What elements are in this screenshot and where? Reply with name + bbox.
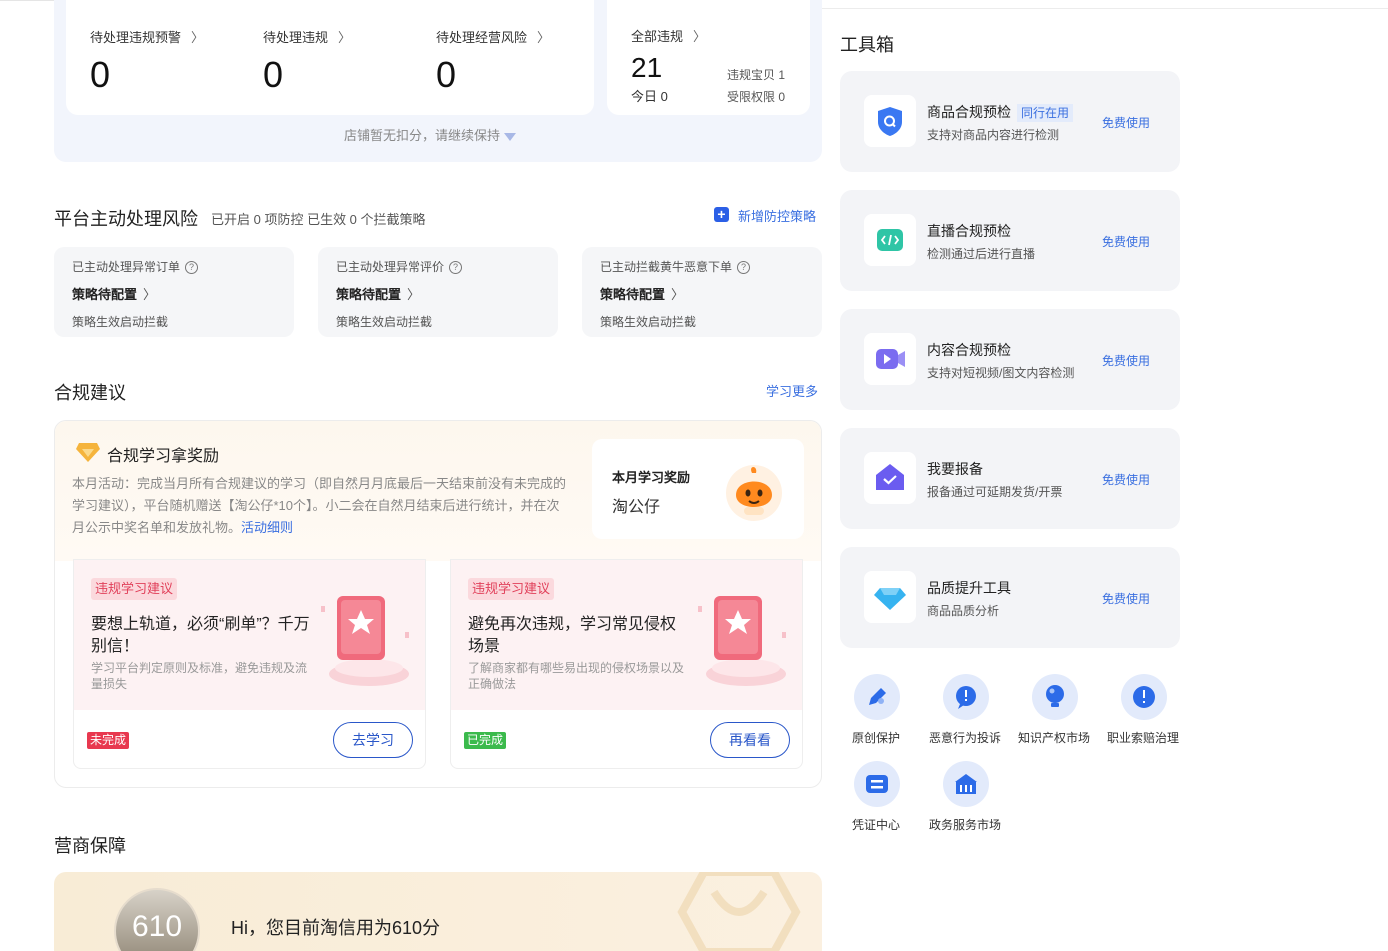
top-divider-right: [822, 8, 1388, 9]
status-badge-incomplete: 未完成: [87, 732, 130, 749]
help-icon[interactable]: ?: [449, 261, 463, 275]
learn-card-brushing[interactable]: 违规学习建议 要想上轨道，必须“刷单”？千万别信！ 学习平台判定原则及标准，避免…: [73, 559, 426, 769]
quick-malicious-complaint[interactable]: 恶意行为投诉: [920, 674, 1010, 754]
restricted-permissions-count: 受限权限 0: [727, 90, 786, 104]
quick-ip-market[interactable]: 知识产权市场: [1009, 674, 1099, 754]
pending-warning-link[interactable]: 待处理违规预警〉: [90, 27, 204, 46]
credit-banner: 610 Hi，您目前淘信用为610分: [54, 872, 822, 951]
alert-icon: [956, 686, 976, 709]
mascot-icon: [726, 465, 782, 521]
learn-desc: 了解商家都有哪些易出现的侵权场景以及正确做法: [468, 661, 685, 691]
no-deduction-hint[interactable]: 店铺暂无扣分，请继续保持: [344, 125, 517, 144]
all-violation-card: 全部违规〉 21 今日 0 违规宝贝 1 受限权限 0: [607, 0, 810, 115]
toolbox-title: 工具箱: [840, 35, 894, 55]
learn-card-infringement[interactable]: 违规学习建议 避免再次违规，学习常见侵权场景 了解商家都有哪些易出现的侵权场景以…: [450, 559, 803, 769]
learn-desc: 学习平台判定原则及标准，避免违规及流量损失: [91, 661, 308, 691]
tool-product-precheck[interactable]: 商品合规预检 同行在用 支持对商品内容进行检测 免费使用: [840, 71, 1180, 172]
learn-tag: 违规学习建议: [91, 578, 178, 600]
risk-section-subtitle: 已开启 0 项防控 已生效 0 个拦截策略: [211, 212, 426, 227]
chevron-right-icon: 〉: [191, 30, 205, 45]
violation-items-count: 违规宝贝 1: [727, 68, 786, 82]
bulb-icon: [1046, 685, 1064, 707]
monthly-reward-card: 本月学习奖励 淘公仔: [592, 439, 804, 539]
all-violation-count: 21: [631, 52, 663, 83]
today-count: 今日 0: [631, 89, 668, 104]
quick-voucher-center[interactable]: 凭证中心: [831, 761, 921, 841]
caret-down-icon: [504, 132, 517, 141]
tool-live-precheck[interactable]: 直播合规预检 检测通过后进行直播 免费使用: [840, 190, 1180, 291]
ticket-icon: [866, 775, 888, 793]
learn-title: 要想上轨道，必须“刷单”？千万别信！: [91, 616, 310, 655]
shield-watermark-icon: [677, 872, 801, 951]
quick-original-protection[interactable]: 原创保护: [831, 674, 921, 754]
chevron-right-icon: 〉: [143, 287, 157, 302]
diamond-badge-icon: [76, 443, 100, 462]
plus-icon: +: [714, 207, 729, 222]
guarantee-section-title: 营商保障: [54, 836, 126, 856]
alert-icon: [1133, 686, 1155, 708]
pending-violation-count: 0: [263, 54, 284, 95]
quick-claim-governance[interactable]: 职业索赔治理: [1098, 674, 1188, 754]
compliance-reward-title: 合规学习拿奖励: [107, 448, 220, 465]
chevron-right-icon: 〉: [671, 287, 685, 302]
help-icon[interactable]: ?: [737, 261, 751, 275]
help-icon[interactable]: ?: [185, 261, 199, 275]
diamond-icon: [874, 588, 906, 610]
credit-score: 610: [131, 910, 183, 943]
all-violation-link[interactable]: 全部违规〉: [631, 26, 706, 45]
free-use-link[interactable]: 免费使用: [1102, 352, 1150, 369]
risk-section-title: 平台主动处理风险: [54, 209, 198, 229]
learn-more-link[interactable]: 学习更多: [766, 381, 818, 400]
risk-card-orders[interactable]: 已主动处理异常订单? 策略待配置〉 策略生效启动拦截: [54, 247, 294, 337]
quick-gov-services[interactable]: 政务服务市场: [920, 761, 1010, 841]
free-use-link[interactable]: 免费使用: [1102, 590, 1150, 607]
bank-icon: [955, 774, 977, 794]
learn-title: 避免再次违规，学习常见侵权场景: [468, 616, 677, 655]
chevron-right-icon: 〉: [693, 29, 707, 44]
compliance-box: 合规学习拿奖励 本月活动：完成当月所有合规建议的学习（即自然月月底最后一天结束前…: [54, 420, 822, 788]
chevron-right-icon: 〉: [537, 30, 551, 45]
activity-rules-link[interactable]: 活动细则: [241, 520, 293, 535]
peer-using-badge: 同行在用: [1017, 104, 1074, 123]
book-star-icon: [321, 596, 409, 686]
violation-summary: 待处理违规预警〉 0 待处理违规〉 0 待处理经营风险〉 0 全部违规〉 21 …: [54, 0, 822, 162]
pending-warning-count: 0: [90, 54, 111, 95]
tool-content-precheck[interactable]: 内容合规预检 支持对短视频/图文内容检测 免费使用: [840, 309, 1180, 410]
compliance-section-title: 合规建议: [54, 383, 126, 403]
credit-score-circle: 610: [114, 888, 200, 951]
status-badge-complete: 已完成: [464, 732, 507, 749]
code-icon: [877, 229, 903, 251]
chevron-right-icon: 〉: [338, 30, 352, 45]
go-learn-button[interactable]: 去学习: [333, 722, 413, 758]
house-check-icon: [876, 464, 904, 490]
risk-card-scalpers[interactable]: 已主动拦截黄牛恶意下单? 策略待配置〉 策略生效启动拦截: [582, 247, 822, 337]
shield-search-icon: [878, 107, 902, 136]
pending-risk-link[interactable]: 待处理经营风险〉: [436, 27, 550, 46]
video-icon: [876, 349, 905, 369]
chevron-right-icon: 〉: [407, 287, 421, 302]
free-use-link[interactable]: 免费使用: [1102, 471, 1150, 488]
tool-report[interactable]: 我要报备 报备通过可延期发货/开票 免费使用: [840, 428, 1180, 529]
book-star-icon: [698, 596, 786, 686]
free-use-link[interactable]: 免费使用: [1102, 233, 1150, 250]
pen-icon: [869, 688, 886, 705]
pending-risk-count: 0: [436, 54, 457, 95]
free-use-link[interactable]: 免费使用: [1102, 114, 1150, 131]
add-strategy-link[interactable]: 新增防控策略: [738, 206, 816, 225]
review-again-button[interactable]: 再看看: [710, 722, 790, 758]
pending-cards: 待处理违规预警〉 0 待处理违规〉 0 待处理经营风险〉 0: [66, 0, 594, 115]
credit-greeting: Hi，您目前淘信用为610分: [231, 918, 441, 938]
risk-card-reviews[interactable]: 已主动处理异常评价? 策略待配置〉 策略生效启动拦截: [318, 247, 558, 337]
compliance-reward-banner: 合规学习拿奖励 本月活动：完成当月所有合规建议的学习（即自然月月底最后一天结束前…: [55, 421, 821, 561]
tool-quality[interactable]: 品质提升工具 商品品质分析 免费使用: [840, 547, 1180, 648]
learn-tag: 违规学习建议: [468, 578, 555, 600]
pending-violation-link[interactable]: 待处理违规〉: [263, 27, 351, 46]
compliance-reward-desc: 本月活动：完成当月所有合规建议的学习（即自然月月底最后一天结束前没有未完成的学习…: [72, 476, 567, 535]
